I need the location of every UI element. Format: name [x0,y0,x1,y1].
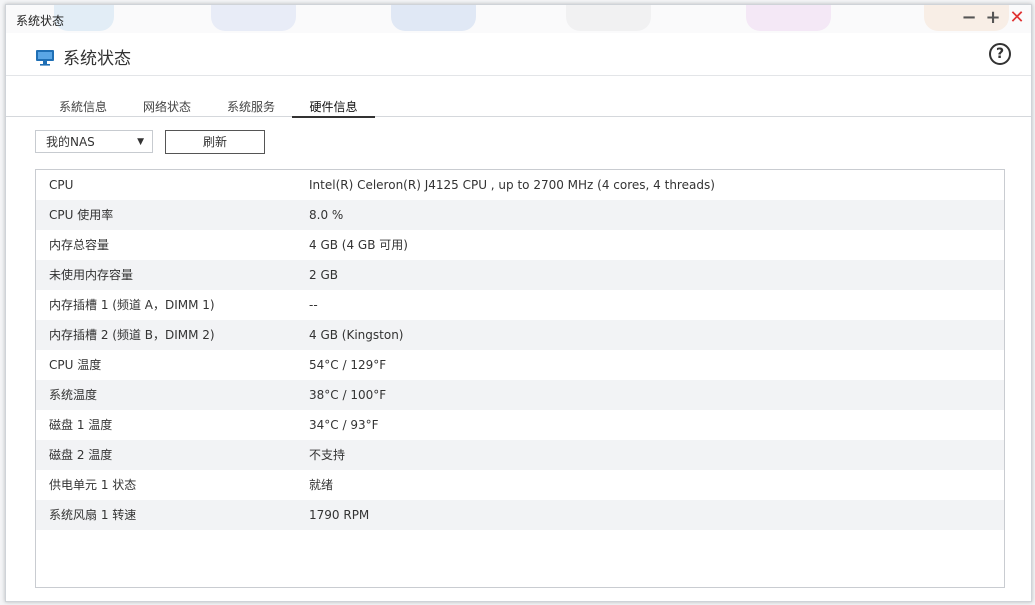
system-status-window: 系统状态 − + ✕ 系统状态 ? 系統信息 网络状态 系统服务 硬件信息 我的… [5,4,1032,602]
title-bar[interactable]: 系统状态 − + ✕ [6,5,1031,33]
table-row: 未使用内存容量 2 GB [36,260,1004,290]
tab-hardware-info[interactable]: 硬件信息 [292,98,375,118]
table-row: 内存插槽 1 (频道 A，DIMM 1) -- [36,290,1004,320]
minimize-icon[interactable]: − [961,9,977,27]
row-label: 内存插槽 2 (频道 B，DIMM 2) [49,328,215,342]
hardware-info-table: CPU Intel(R) Celeron(R) J4125 CPU , up to… [35,169,1005,588]
tab-label: 系统服务 [226,100,275,114]
row-value: Intel(R) Celeron(R) J4125 CPU , up to 27… [309,178,715,192]
page-title: 系统状态 [63,49,131,69]
row-value: 2 GB [309,268,338,282]
row-value: 1790 RPM [309,508,370,522]
table-row: CPU 温度 54°C / 129°F [36,350,1004,380]
table-row: 内存插槽 2 (频道 B，DIMM 2) 4 GB (Kingston) [36,320,1004,350]
tab-label: 网络状态 [142,100,191,114]
window-controls: − + ✕ [961,9,1025,27]
refresh-button[interactable]: 刷新 [165,130,265,154]
table-row: 供电单元 1 状态 就绪 [36,470,1004,500]
device-select-value: 我的NAS [46,135,95,149]
row-label: CPU 温度 [49,358,102,372]
close-icon[interactable]: ✕ [1009,9,1025,27]
row-label: 供电单元 1 状态 [49,478,137,492]
tab-system-info[interactable]: 系統信息 [48,98,118,116]
caret-down-icon: ▼ [137,137,144,147]
device-select[interactable]: 我的NAS ▼ [35,130,153,153]
table-row: 系统风扇 1 转速 1790 RPM [36,500,1004,530]
row-label: 系统风扇 1 转速 [49,508,137,522]
row-value: 4 GB (Kingston) [309,328,404,342]
table-row: 内存总容量 4 GB (4 GB 可用) [36,230,1004,260]
row-label: CPU [49,178,74,192]
row-value: 就绪 [309,478,334,492]
row-value: 8.0 % [309,208,344,222]
maximize-icon[interactable]: + [985,9,1001,27]
row-label: 未使用内存容量 [49,268,134,282]
row-value: 不支持 [309,448,346,462]
row-label: 磁盘 1 温度 [49,418,113,432]
app-header: 系统状态 ? [6,33,1031,76]
row-value: 34°C / 93°F [309,418,379,432]
tab-bar: 系統信息 网络状态 系统服务 硬件信息 [6,94,1031,118]
monitor-icon [35,49,55,70]
row-value: 4 GB (4 GB 可用) [309,238,408,252]
row-value: 38°C / 100°F [309,388,387,402]
window-title: 系统状态 [16,14,65,28]
row-label: 系统温度 [49,388,98,402]
tab-label: 硬件信息 [309,100,358,114]
row-label: 内存总容量 [49,238,110,252]
tab-network-status[interactable]: 网络状态 [132,98,202,116]
table-row: CPU 使用率 8.0 % [36,200,1004,230]
tab-system-services[interactable]: 系统服务 [216,98,286,116]
row-value: 54°C / 129°F [309,358,387,372]
help-icon[interactable]: ? [989,43,1011,65]
table-row: 系统温度 38°C / 100°F [36,380,1004,410]
table-row: 磁盘 1 温度 34°C / 93°F [36,410,1004,440]
row-value: -- [309,298,318,312]
table-row: 磁盘 2 温度 不支持 [36,440,1004,470]
row-label: CPU 使用率 [49,208,114,222]
row-label: 磁盘 2 温度 [49,448,113,462]
tab-label: 系統信息 [58,100,107,114]
table-row: CPU Intel(R) Celeron(R) J4125 CPU , up to… [36,170,1004,200]
row-label: 内存插槽 1 (频道 A，DIMM 1) [49,298,215,312]
